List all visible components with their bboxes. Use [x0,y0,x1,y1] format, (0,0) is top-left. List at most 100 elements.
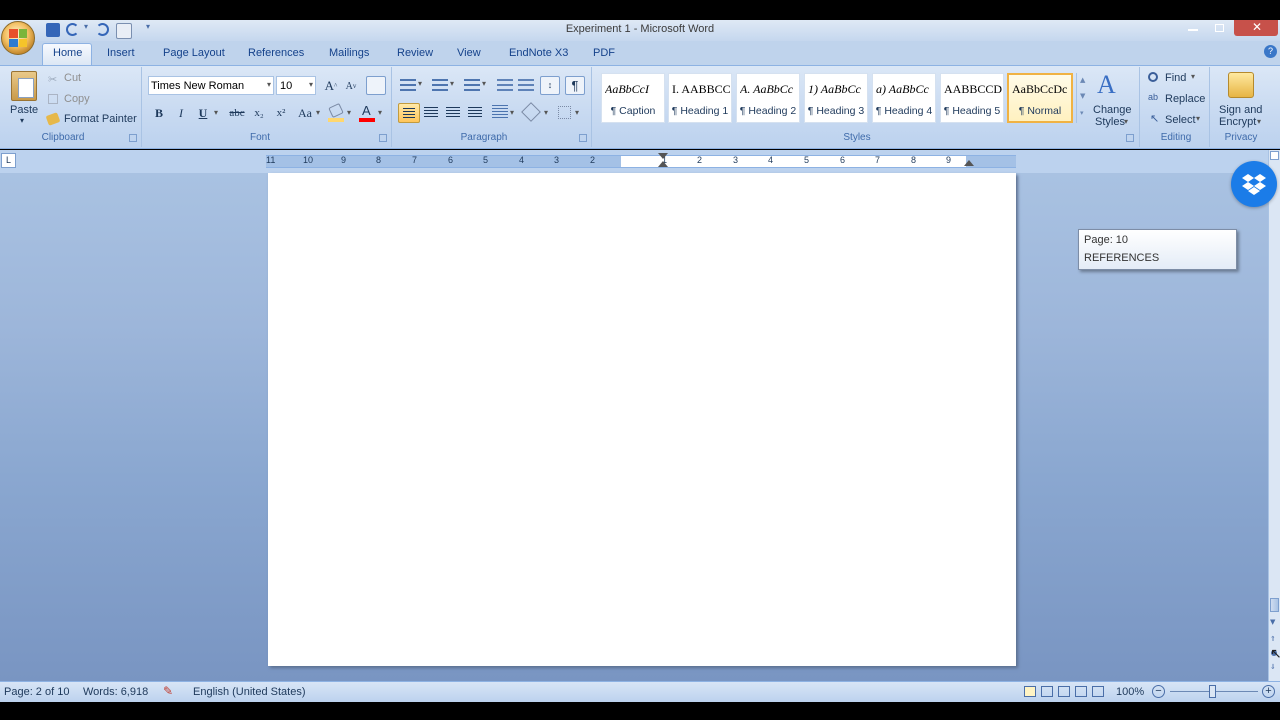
line-spacing-dropdown-icon[interactable]: ▾ [510,108,514,117]
vertical-scrollbar[interactable]: ▼ ⇑ ⇓ [1268,150,1280,681]
office-button[interactable] [1,21,35,55]
status-page-count[interactable]: Page: 2 of 10 [4,686,69,698]
align-center-icon[interactable] [424,107,438,117]
align-left-button[interactable] [398,103,420,123]
shading-dropdown-icon[interactable]: ▾ [544,108,548,117]
style-heading-2[interactable]: A. AaBbCc ¶ Heading 2 [736,73,800,123]
find-dropdown-icon[interactable]: ▾ [1191,72,1195,81]
status-language[interactable]: English (United States) [193,686,306,698]
zoom-in-icon[interactable]: + [1262,685,1275,698]
paragraph-dialog-launcher-icon[interactable] [579,134,587,142]
paste-dropdown-icon[interactable]: ▾ [20,116,24,125]
clear-formatting-icon[interactable] [366,76,386,95]
draft-view-icon[interactable] [1092,686,1104,697]
superscript-button[interactable]: x² [272,104,290,122]
web-layout-icon[interactable] [1058,686,1070,697]
paste-icon[interactable] [11,71,37,101]
right-indent-marker-icon[interactable] [964,160,974,166]
outline-view-icon[interactable] [1075,686,1087,697]
change-styles-icon[interactable]: A [1097,70,1116,100]
ruler-toggle-icon[interactable] [1270,151,1279,160]
font-color-dropdown-icon[interactable]: ▾ [378,108,382,117]
zoom-slider-thumb[interactable] [1209,685,1216,698]
style-caption[interactable]: AaBbCcI ¶ Caption [601,73,665,123]
proofing-icon[interactable]: ✎ [163,684,173,698]
styles-gallery-scroll[interactable]: ▲ ▼ ▾ [1076,73,1089,123]
full-screen-reading-icon[interactable] [1041,686,1053,697]
font-name-box[interactable]: Times New Roman ▾ [148,76,274,95]
select-dropdown-icon[interactable]: ▾ [1196,114,1200,123]
find-button[interactable]: Find [1165,72,1186,84]
print-layout-view-icon[interactable] [1024,686,1036,697]
underline-button[interactable]: U [194,104,212,122]
borders-icon[interactable] [558,106,571,119]
clipboard-dialog-launcher-icon[interactable] [129,134,137,142]
redo-icon[interactable] [96,23,109,36]
font-name-dropdown-icon[interactable]: ▾ [267,80,271,89]
change-case-button[interactable]: Aa [294,104,316,122]
sign-encrypt-label-1[interactable]: Sign and [1219,104,1262,116]
edit-document-icon[interactable] [116,23,132,39]
cut-button[interactable]: Cut [64,72,81,84]
select-button[interactable]: Select [1165,114,1196,126]
borders-dropdown-icon[interactable]: ▾ [575,108,579,117]
numbering-icon[interactable] [432,79,448,91]
change-case-dropdown-icon[interactable]: ▾ [316,108,320,117]
increase-indent-icon[interactable] [518,79,534,91]
dropbox-badge[interactable] [1231,161,1277,207]
strikethrough-button[interactable]: abc [226,104,248,122]
gallery-more-icon[interactable]: ▾ [1080,109,1084,117]
gallery-down-icon[interactable]: ▼ [1080,92,1085,100]
tab-insert[interactable]: Insert [107,47,135,59]
sign-encrypt-dropdown-icon[interactable]: ▾ [1257,117,1261,126]
restore-button[interactable] [1207,20,1233,36]
tab-view[interactable]: View [457,47,481,59]
font-size-dropdown-icon[interactable]: ▾ [309,80,313,89]
underline-dropdown-icon[interactable]: ▾ [214,108,218,117]
previous-page-icon[interactable]: ⇑ [1270,635,1276,643]
tab-endnote[interactable]: EndNote X3 [509,47,568,59]
sort-icon[interactable]: ↕ [540,76,560,95]
next-page-icon[interactable]: ⇓ [1270,663,1276,671]
subscript-button[interactable]: x₂ [250,104,268,122]
style-heading-4[interactable]: a) AaBbCc ¶ Heading 4 [872,73,936,123]
sign-encrypt-label-2[interactable]: Encrypt [1219,116,1256,128]
scroll-thumb[interactable] [1270,598,1279,612]
tab-mailings[interactable]: Mailings [329,47,369,59]
style-heading-5[interactable]: AABBCCDI ¶ Heading 5 [940,73,1004,123]
style-heading-3[interactable]: 1) AaBbCc ¶ Heading 3 [804,73,868,123]
font-dialog-launcher-icon[interactable] [379,134,387,142]
change-styles-label-1[interactable]: Change [1093,104,1132,116]
change-styles-dropdown-icon[interactable]: ▾ [1124,117,1128,126]
tab-references[interactable]: References [248,47,304,59]
undo-dropdown-icon[interactable]: ▾ [84,22,88,31]
document-page[interactable] [268,173,1016,666]
bullets-dropdown-icon[interactable]: ▾ [418,79,422,88]
ruler-indent-marker-icon[interactable] [658,153,668,171]
font-size-box[interactable]: 10 ▾ [276,76,316,95]
zoom-out-icon[interactable]: − [1152,685,1165,698]
line-spacing-icon[interactable] [492,105,508,119]
gallery-up-icon[interactable]: ▲ [1080,76,1085,84]
status-word-count[interactable]: Words: 6,918 [83,686,148,698]
justify-icon[interactable] [468,107,482,117]
align-right-icon[interactable] [446,107,460,117]
tab-pdf[interactable]: PDF [593,47,615,59]
style-normal[interactable]: AaBbCcDc ¶ Normal [1007,73,1073,123]
show-formatting-button[interactable]: ¶ [565,76,585,95]
multilevel-dropdown-icon[interactable]: ▾ [482,79,486,88]
shrink-font-button[interactable]: Av [342,77,360,95]
multilevel-list-icon[interactable] [464,79,480,91]
tab-selector-icon[interactable]: L [1,153,16,168]
sign-encrypt-icon[interactable] [1228,72,1254,98]
decrease-indent-icon[interactable] [497,79,513,91]
scroll-down-icon[interactable]: ▼ [1270,618,1275,626]
change-styles-label-2[interactable]: Styles [1095,116,1125,128]
highlight-dropdown-icon[interactable]: ▾ [347,108,351,117]
highlight-button[interactable] [328,102,344,122]
styles-dialog-launcher-icon[interactable] [1126,134,1134,142]
style-heading-1[interactable]: I. AABBCC ¶ Heading 1 [668,73,732,123]
minimize-button[interactable] [1180,20,1206,36]
save-icon[interactable] [46,23,60,37]
bold-button[interactable]: B [150,104,168,122]
